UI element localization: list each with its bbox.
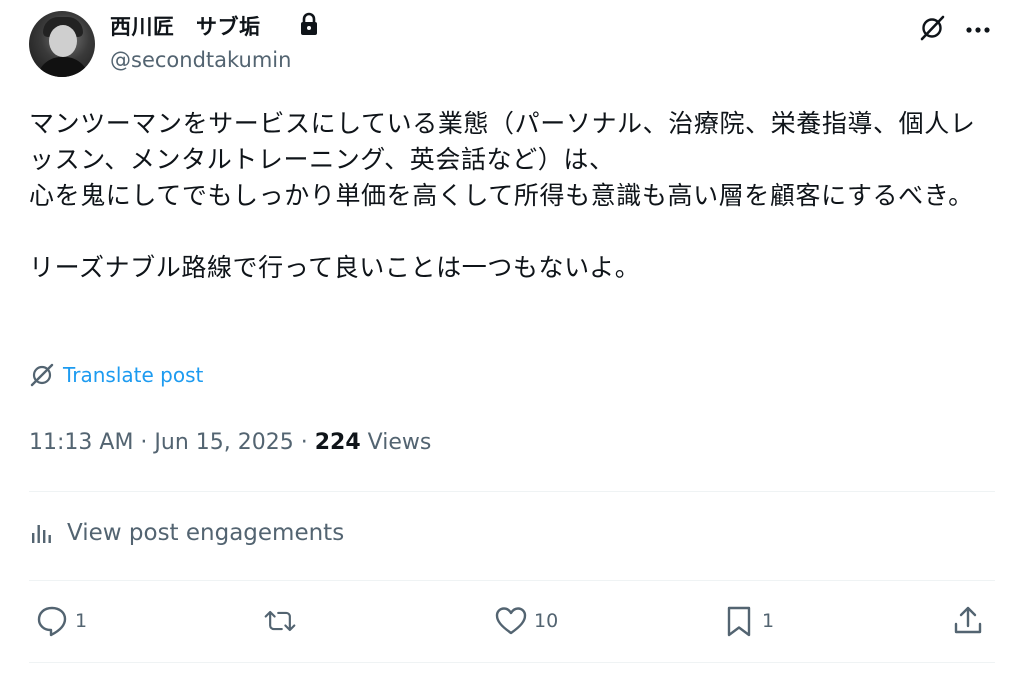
share-button[interactable] <box>951 604 985 638</box>
display-name[interactable]: 西川匠 サブ垢 <box>110 11 261 41</box>
like-count: 10 <box>534 610 559 632</box>
bookmark-count: 1 <box>762 610 775 632</box>
repost-button[interactable] <box>263 604 303 638</box>
avatar-body <box>37 57 89 77</box>
views-label: Views <box>360 430 432 455</box>
avatar-face <box>49 25 77 57</box>
reply-count: 1 <box>75 610 88 632</box>
lock-icon <box>301 12 317 35</box>
divider <box>29 662 995 663</box>
tweet-meta: 11:13 AM · Jun 15, 2025 · 224 Views <box>29 430 431 455</box>
translate-label: Translate post <box>63 363 204 387</box>
divider <box>29 491 995 492</box>
divider <box>29 580 995 581</box>
translate-icon <box>30 363 54 387</box>
grok-icon[interactable] <box>918 14 946 42</box>
like-button[interactable]: 10 <box>494 604 558 638</box>
view-engagements-button[interactable]: View post engagements <box>29 520 344 546</box>
heart-icon <box>495 607 527 635</box>
bookmark-icon <box>727 606 751 637</box>
engagements-label: View post engagements <box>67 520 345 546</box>
translate-post-link[interactable]: Translate post <box>29 362 203 388</box>
bar-chart-icon <box>32 525 51 543</box>
repost-icon <box>264 610 296 632</box>
more-icon[interactable] <box>965 26 991 34</box>
tweet-text: マンツーマンをサービスにしている業態（パーソナル、治療院、栄養指導、個人レッスン… <box>29 109 976 282</box>
reply-icon <box>37 606 67 637</box>
bookmark-button[interactable]: 1 <box>722 604 774 638</box>
timestamp[interactable]: 11:13 AM · Jun 15, 2025 · <box>29 430 315 455</box>
views-count: 224 <box>314 430 361 455</box>
reply-button[interactable]: 1 <box>35 604 87 638</box>
share-icon <box>954 606 982 634</box>
user-handle[interactable]: @secondtakumin <box>110 48 291 72</box>
avatar[interactable] <box>29 11 95 77</box>
